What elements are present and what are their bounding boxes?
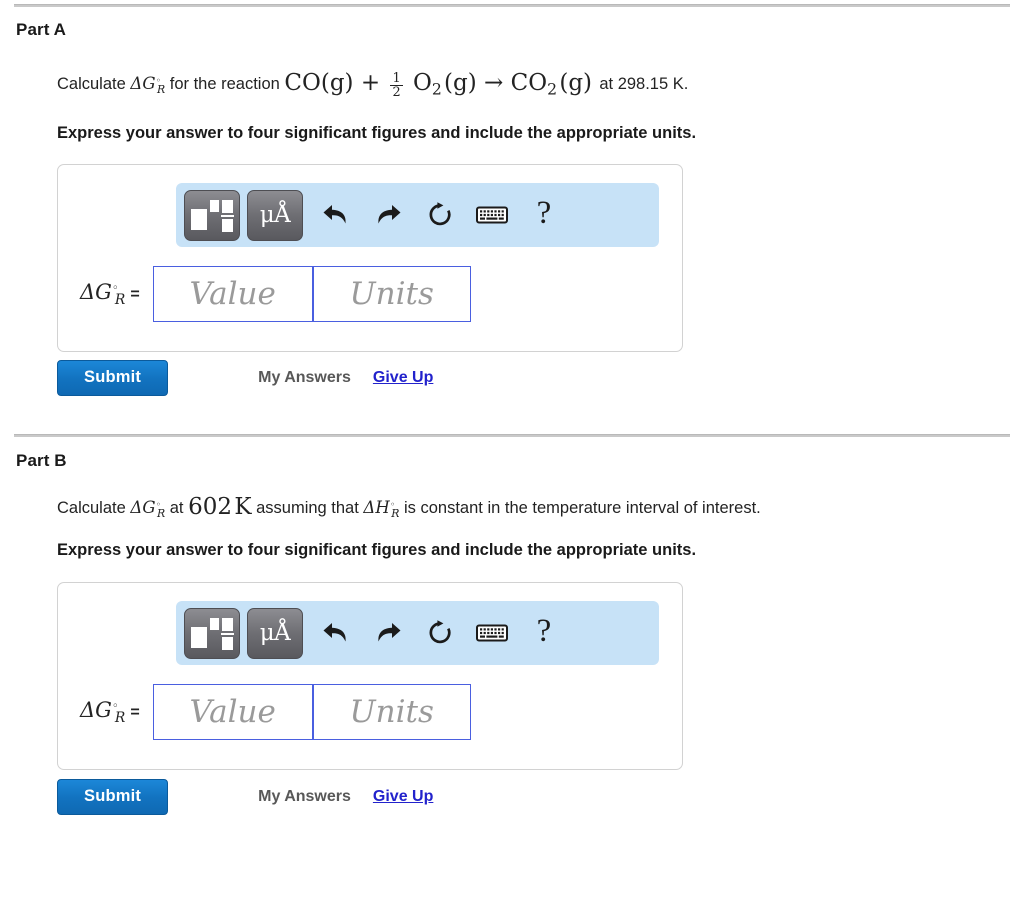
part-a-question-mid: for the reaction (169, 75, 280, 93)
undo-button[interactable] (310, 608, 362, 659)
help-button[interactable]: ? (518, 608, 570, 659)
part-a-instruction: Express your answer to four significant … (57, 124, 697, 142)
part-b-delta-h-symbol: ΔH◦R (363, 498, 400, 520)
part-b-temperature: 602 K (188, 494, 252, 520)
undo-icon (323, 205, 346, 224)
part-a-question-prefix: Calculate (57, 75, 126, 93)
value-placeholder: Value (189, 693, 276, 730)
separator-top (14, 4, 1010, 7)
part-b-actions: Submit My Answers Give Up (57, 779, 433, 816)
reset-button[interactable] (414, 608, 466, 659)
part-a-heading: Part A (16, 20, 67, 39)
greek-units-button[interactable]: μÅ (247, 607, 303, 659)
value-placeholder: Value (189, 275, 276, 312)
exercise-page: Part A Calculate ΔG◦R for the reaction C… (0, 0, 1024, 905)
value-input[interactable]: Value (152, 684, 313, 740)
reset-icon (429, 202, 451, 226)
part-b-question-assuming: assuming that (256, 499, 359, 517)
part-a-input-row: ΔG◦R = Value Units (80, 266, 471, 322)
greek-units-icon: μÅ (259, 619, 291, 646)
part-b-answer-label: ΔG◦R = (80, 698, 140, 726)
reset-button[interactable] (414, 190, 466, 241)
submit-button[interactable]: Submit (57, 779, 169, 816)
part-b-question-tail: is constant in the temperature interval … (403, 499, 761, 517)
reset-icon (429, 620, 451, 644)
part-a-answer-label: ΔG◦R = (80, 280, 140, 308)
keyboard-button[interactable] (466, 190, 518, 241)
part-a-toolbar: μÅ ? (176, 183, 659, 247)
redo-button[interactable] (362, 608, 414, 659)
separator-middle (14, 434, 1010, 437)
give-up-link[interactable]: Give Up (373, 788, 433, 806)
help-icon: ? (536, 612, 552, 649)
units-input[interactable]: Units (312, 684, 471, 740)
part-b-question-at: at (169, 499, 184, 517)
keyboard-icon (476, 206, 508, 224)
submit-button[interactable]: Submit (57, 360, 169, 397)
value-input[interactable]: Value (152, 266, 313, 322)
units-placeholder: Units (349, 275, 434, 312)
keyboard-icon (476, 624, 508, 642)
part-b-question-prefix: Calculate (57, 499, 126, 517)
template-button[interactable] (184, 607, 240, 659)
help-button[interactable]: ? (518, 190, 570, 241)
part-b-answer-panel: μÅ ? ΔG◦R = Value Units (57, 582, 683, 770)
template-icon (191, 198, 234, 232)
my-answers-link[interactable]: My Answers (258, 788, 351, 806)
part-b-instruction: Express your answer to four significant … (57, 541, 697, 559)
template-icon (191, 616, 234, 650)
keyboard-button[interactable] (466, 608, 518, 659)
units-placeholder: Units (349, 693, 434, 730)
part-b-delta-g-symbol: ΔG◦R (130, 498, 166, 520)
redo-icon (378, 205, 401, 224)
part-a-reaction-equation: CO(g) + 12 O2 (g) → CO2 (g) (284, 70, 593, 101)
part-a-actions: Submit My Answers Give Up (57, 360, 433, 397)
give-up-link[interactable]: Give Up (373, 369, 433, 387)
part-b-question: Calculate ΔG◦R at 602 K assuming that ΔH… (57, 494, 761, 522)
part-b-input-row: ΔG◦R = Value Units (80, 684, 471, 740)
undo-button[interactable] (310, 190, 362, 241)
greek-units-icon: μÅ (259, 201, 291, 228)
part-a-question-suffix: at 298.15 K. (599, 75, 689, 93)
redo-icon (378, 623, 401, 642)
part-b-heading: Part B (16, 451, 67, 470)
units-input[interactable]: Units (312, 266, 471, 322)
part-a-question: Calculate ΔG◦R for the reaction CO(g) + … (57, 70, 689, 101)
part-a-delta-g-symbol: ΔG◦R (130, 74, 166, 96)
part-a-answer-panel: μÅ ? ΔG◦R = Value Units (57, 164, 683, 352)
template-button[interactable] (184, 189, 240, 241)
greek-units-button[interactable]: μÅ (247, 189, 303, 241)
undo-icon (323, 623, 346, 642)
part-b-toolbar: μÅ ? (176, 601, 659, 665)
help-icon: ? (536, 194, 552, 231)
redo-button[interactable] (362, 190, 414, 241)
my-answers-link[interactable]: My Answers (258, 369, 351, 387)
